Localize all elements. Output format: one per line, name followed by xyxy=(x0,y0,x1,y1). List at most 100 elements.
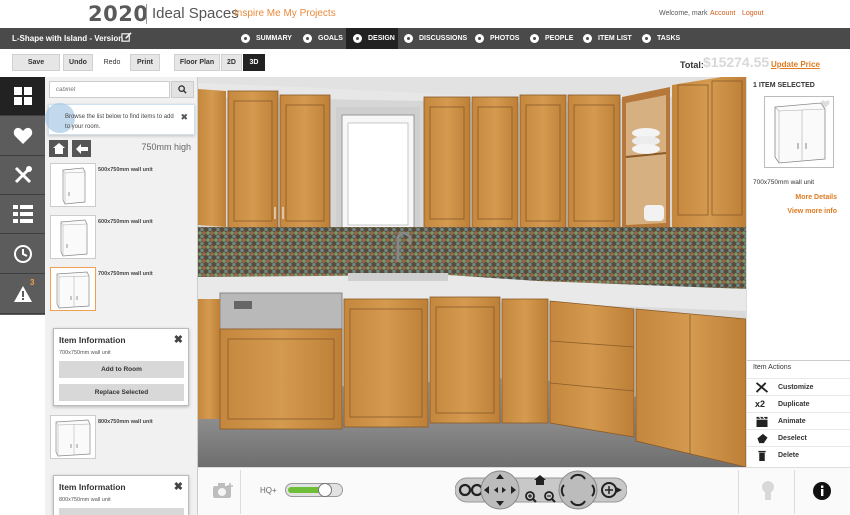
logout-link[interactable]: Logout xyxy=(742,10,763,17)
info-icon[interactable] xyxy=(812,481,832,501)
catalog-search-input[interactable] xyxy=(49,81,170,98)
account-link[interactable]: Account xyxy=(710,10,735,17)
search-icon xyxy=(178,85,187,94)
catalog-item[interactable]: 600x750mm wall unit xyxy=(49,213,194,261)
hq-slider-knob[interactable] xyxy=(318,483,332,497)
header-links[interactable]: Inspire Me My Projects xyxy=(234,8,336,19)
tools-icon xyxy=(755,382,769,393)
redo-button[interactable]: Redo xyxy=(97,54,127,71)
tab-item-list[interactable]: ITEM LIST xyxy=(583,28,641,49)
selection-count: 1 ITEM SELECTED xyxy=(753,82,815,89)
tab-people[interactable]: PEOPLE xyxy=(530,28,582,49)
action-label: Duplicate xyxy=(778,401,810,408)
back-arrow-icon xyxy=(75,143,88,154)
tooltip-text: Browse the list below to find items to a… xyxy=(65,114,174,131)
item-info-subtitle: 700x750mm wall unit xyxy=(59,350,111,356)
replace-selected-button[interactable]: Replace Selected xyxy=(59,384,184,401)
tab-photos[interactable]: PHOTOS xyxy=(475,28,527,49)
camera-nav-controls[interactable] xyxy=(455,469,627,511)
tools-button[interactable] xyxy=(0,156,45,195)
tab-design[interactable]: DESIGN xyxy=(346,28,398,49)
item-info-title: Item Information xyxy=(59,482,126,492)
animate-action[interactable]: Animate xyxy=(747,412,850,429)
save-button[interactable]: Save xyxy=(12,54,60,71)
welcome-text: Welcome, mark xyxy=(659,10,708,17)
view-2d-button[interactable]: 2D xyxy=(221,54,242,71)
view-3d-button[interactable]: 3D xyxy=(243,54,265,71)
tab-label: DESIGN xyxy=(368,35,395,42)
tools-icon xyxy=(14,166,32,184)
upper-cabinets-right xyxy=(423,77,746,232)
logo-ideal-spaces[interactable]: Ideal Spaces xyxy=(152,5,239,22)
app-window: 2020 Ideal Spaces Inspire Me My Projects… xyxy=(0,0,850,515)
catalog-item-label: 700x750mm wall unit xyxy=(98,271,153,277)
catalog-back-button[interactable] xyxy=(72,140,91,157)
list-view-button[interactable] xyxy=(0,195,45,234)
close-icon[interactable]: ✖ xyxy=(180,110,188,125)
list-icon xyxy=(12,205,33,223)
3d-viewport[interactable] xyxy=(198,77,746,467)
more-details-link[interactable]: More Details xyxy=(795,194,837,201)
divider xyxy=(240,470,241,514)
tab-label: ITEM LIST xyxy=(598,35,632,42)
add-to-room-button[interactable] xyxy=(59,508,184,515)
grid-icon xyxy=(13,87,32,105)
heart-icon xyxy=(13,127,32,144)
catalog-grid-button[interactable] xyxy=(0,77,45,116)
check-circle-icon xyxy=(303,34,312,43)
hq-slider[interactable] xyxy=(285,483,343,497)
catalog-home-button[interactable] xyxy=(49,140,68,157)
warnings-button[interactable]: 3 xyxy=(0,275,45,314)
deselect-action[interactable]: Deselect xyxy=(747,429,850,446)
hq-label: HQ+ xyxy=(260,486,277,495)
selection-panel: 1 ITEM SELECTED 700x750mm wall unit More… xyxy=(746,77,850,467)
heart-icon[interactable] xyxy=(821,100,830,108)
item-info-title: Item Information xyxy=(59,335,126,345)
window xyxy=(336,107,420,239)
tab-label: TASKS xyxy=(657,35,681,42)
logo-2020[interactable]: 2020 xyxy=(88,2,148,26)
tab-discussions[interactable]: DISCUSSIONS xyxy=(404,28,474,49)
add-to-room-button[interactable]: Add to Room xyxy=(59,361,184,378)
catalog-item-label: 800x750mm wall unit xyxy=(98,419,153,425)
item-info-card: Item Information ✖ 800x750mm wall unit xyxy=(53,475,189,515)
selected-item-name: 700x750mm wall unit xyxy=(753,179,815,186)
catalog-item-label: 500x750mm wall unit xyxy=(98,167,153,173)
chat-icon xyxy=(404,34,413,43)
warning-count-badge: 3 xyxy=(30,278,35,287)
favorites-button[interactable] xyxy=(0,117,45,156)
item-info-card: Item Information ✖ 700x750mm wall unit A… xyxy=(53,328,189,406)
camera-icon[interactable] xyxy=(212,481,234,499)
search-button[interactable] xyxy=(171,81,194,98)
catalog-item-label: 600x750mm wall unit xyxy=(98,219,153,225)
item-info-subtitle: 800x750mm wall unit xyxy=(59,497,111,503)
lightbulb-icon[interactable] xyxy=(760,479,776,503)
history-button[interactable] xyxy=(0,235,45,274)
catalog-item-selected[interactable]: 700x750mm wall unit xyxy=(49,265,194,313)
trash-icon xyxy=(758,450,766,461)
tab-label: DISCUSSIONS xyxy=(419,35,468,42)
close-icon[interactable]: ✖ xyxy=(174,333,183,346)
catalog-item[interactable]: 500x750mm wall unit xyxy=(49,161,194,209)
catalog-item[interactable]: 800x750mm wall unit xyxy=(49,413,194,461)
floor-plan-button[interactable]: Floor Plan xyxy=(174,54,220,71)
delete-action[interactable]: Delete xyxy=(747,446,850,463)
close-icon[interactable]: ✖ xyxy=(174,480,183,493)
x2-icon: x2 xyxy=(755,399,766,409)
tab-summary[interactable]: SUMMARY xyxy=(241,28,301,49)
duplicate-action[interactable]: x2 Duplicate xyxy=(747,395,850,412)
tab-tasks[interactable]: TASKS xyxy=(642,28,687,49)
edit-icon[interactable] xyxy=(121,32,132,43)
customize-action[interactable]: Customize xyxy=(747,378,850,395)
undo-button[interactable]: Undo xyxy=(63,54,93,71)
list-icon xyxy=(583,34,592,43)
tab-goals[interactable]: GOALS xyxy=(303,28,348,49)
project-title: L-Shape with Island - Version xyxy=(12,34,124,43)
view-more-info-link[interactable]: View more info xyxy=(787,208,837,215)
update-price-link[interactable]: Update Price xyxy=(771,60,820,69)
main-nav: L-Shape with Island - Version SUMMARY GO… xyxy=(0,28,850,49)
catalog-panel: Browse the list below to find items to a… xyxy=(45,77,198,515)
total-value: $15274.55 xyxy=(703,54,770,70)
print-button[interactable]: Print xyxy=(130,54,160,71)
divider xyxy=(738,470,739,514)
